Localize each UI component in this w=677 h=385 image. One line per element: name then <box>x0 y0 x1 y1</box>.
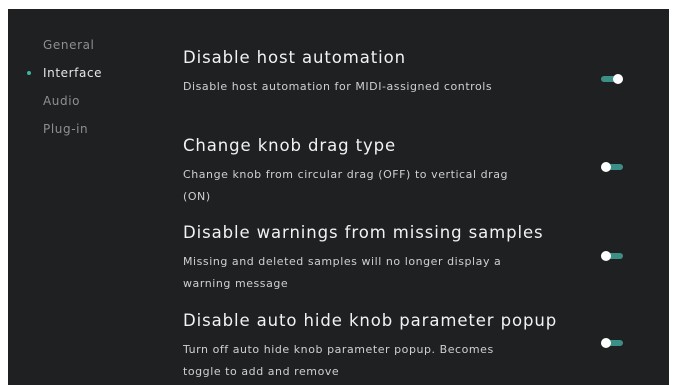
setting-description: Missing and deleted samples will no long… <box>183 255 502 290</box>
sidebar-item-label: Audio <box>43 94 81 108</box>
setting-title: Disable warnings from missing samples <box>183 223 544 242</box>
sidebar-item-label: Plug-in <box>43 122 89 136</box>
toggle-knob <box>601 162 611 172</box>
sidebar-item-label: Interface <box>43 66 103 80</box>
setting-title: Disable auto hide knob parameter popup <box>183 311 558 330</box>
setting-description: Disable host automation for MIDI-assigne… <box>183 80 493 93</box>
sidebar-item-label: General <box>43 38 95 52</box>
setting-title: Change knob drag type <box>183 136 397 155</box>
setting-title: Disable host automation <box>183 48 406 67</box>
settings-window: General Interface Audio Plug-in Disable … <box>8 9 669 385</box>
active-dot-icon <box>27 71 31 75</box>
setting-description: Turn off auto hide knob parameter popup.… <box>183 343 494 378</box>
sidebar-item-interface[interactable]: Interface <box>27 66 103 80</box>
toggle-change-knob-drag-type[interactable] <box>601 161 625 173</box>
toggle-knob <box>613 74 623 84</box>
toggle-knob <box>601 251 611 261</box>
sidebar-nav: General Interface Audio Plug-in <box>8 9 168 385</box>
toggle-disable-host-automation[interactable] <box>601 73 625 85</box>
sidebar-item-audio[interactable]: Audio <box>43 94 80 108</box>
sidebar-item-plug-in[interactable]: Plug-in <box>43 122 88 136</box>
toggle-disable-missing-sample-warnings[interactable] <box>601 250 625 262</box>
toggle-knob <box>601 338 611 348</box>
toggle-disable-auto-hide-knob-popup[interactable] <box>601 337 625 349</box>
setting-description: Change knob from circular drag (OFF) to … <box>183 168 509 203</box>
sidebar-item-general[interactable]: General <box>43 38 95 52</box>
